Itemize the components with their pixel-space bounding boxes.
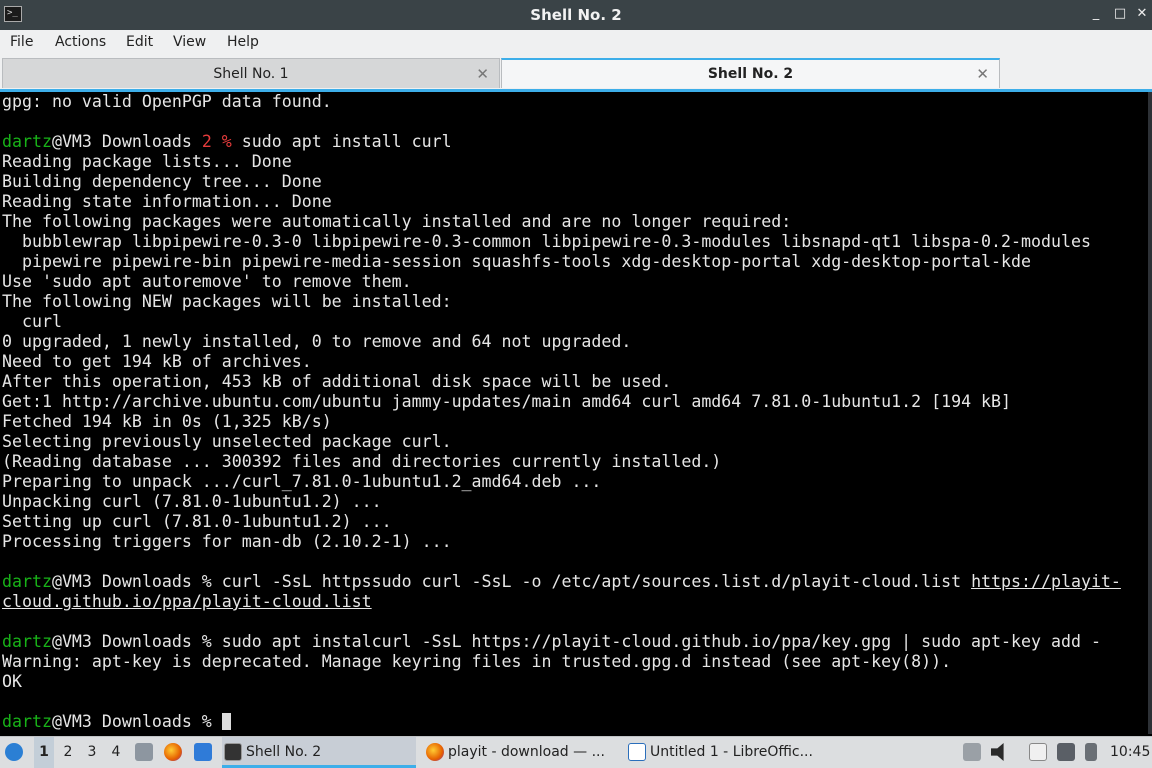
prompt-text: @VM3 Downloads % bbox=[51, 712, 222, 731]
terminal-line: The following packages were automaticall… bbox=[2, 212, 792, 231]
terminal-cursor bbox=[221, 713, 231, 730]
battery-icon[interactable] bbox=[1085, 743, 1097, 761]
terminal-line: bubblewrap libpipewire-0.3-0 libpipewire… bbox=[2, 232, 1091, 251]
task-firefox[interactable]: playit - download — ... bbox=[424, 737, 620, 768]
tab-bar: Shell No. 1 ✕ Shell No. 2 ✕ bbox=[0, 56, 1152, 89]
terminal-line: Need to get 194 kB of archives. bbox=[2, 352, 312, 371]
terminal-line: curl bbox=[2, 312, 62, 331]
terminal-line: Fetched 194 kB in 0s (1,325 kB/s) bbox=[2, 412, 332, 431]
terminal-line: cloud.github.io/ppa/playit-cloud.list bbox=[2, 592, 1148, 612]
terminal-line: dartz@VM3 Downloads 2 % sudo apt install… bbox=[2, 132, 1148, 152]
desktop-1-button[interactable]: 1 bbox=[34, 737, 54, 768]
prompt-user: dartz bbox=[2, 572, 52, 591]
tab-label: Shell No. 1 bbox=[213, 66, 289, 82]
terminal-line: pipewire pipewire-bin pipewire-media-ses… bbox=[2, 252, 1031, 271]
task-shell-no-2[interactable]: Shell No. 2 bbox=[222, 737, 416, 768]
close-tab-icon[interactable]: ✕ bbox=[476, 59, 489, 89]
task-label: playit - download — ... bbox=[448, 744, 605, 760]
maximize-button[interactable]: □ bbox=[1110, 4, 1130, 24]
url-link[interactable]: https://playit- bbox=[971, 572, 1121, 591]
desktop-4-button[interactable]: 4 bbox=[106, 737, 126, 768]
start-menu-icon[interactable] bbox=[5, 743, 23, 761]
prompt-user: dartz bbox=[2, 712, 52, 731]
firefox-launcher-icon[interactable] bbox=[164, 743, 182, 761]
terminal-icon bbox=[224, 743, 242, 761]
terminal-line: Get:1 http://archive.ubuntu.com/ubuntu j… bbox=[2, 392, 1012, 411]
prompt-text: @VM3 Downloads bbox=[51, 132, 202, 151]
terminal-line: Use 'sudo apt autoremove' to remove them… bbox=[2, 272, 412, 291]
libreoffice-writer-icon bbox=[628, 743, 646, 761]
url-link[interactable]: cloud.github.io/ppa/playit-cloud.list bbox=[2, 592, 372, 611]
tab-label: Shell No. 2 bbox=[707, 66, 794, 82]
task-libreoffice[interactable]: Untitled 1 - LibreOffic... bbox=[626, 737, 826, 768]
terminal-line: dartz@VM3 Downloads % curl -SsL httpssud… bbox=[2, 572, 1148, 592]
firefox-icon bbox=[426, 743, 444, 761]
task-label: Untitled 1 - LibreOffic... bbox=[650, 744, 813, 760]
minimize-button[interactable]: _ bbox=[1086, 4, 1106, 24]
terminal-line: Selecting previously unselected package … bbox=[2, 432, 452, 451]
prompt-exit-code: 2 % bbox=[201, 132, 232, 151]
show-desktop-icon[interactable] bbox=[194, 743, 212, 761]
clipboard-icon[interactable] bbox=[1029, 743, 1047, 761]
terminal-line: dartz@VM3 Downloads % sudo apt instalcur… bbox=[2, 632, 1148, 652]
terminal-line: Processing triggers for man-db (2.10.2-1… bbox=[2, 532, 452, 551]
prompt-text: @VM3 Downloads % curl -SsL httpssudo cur… bbox=[51, 572, 972, 591]
close-tab-icon[interactable]: ✕ bbox=[976, 60, 989, 88]
terminal-line: Reading package lists... Done bbox=[2, 152, 292, 171]
close-button[interactable]: ✕ bbox=[1132, 4, 1152, 24]
terminal-line: gpg: no valid OpenPGP data found. bbox=[2, 92, 332, 111]
taskbar: 1 2 3 4 Shell No. 2 playit - download — … bbox=[0, 736, 1152, 768]
prompt-user: dartz bbox=[2, 132, 52, 151]
tab-shell-1[interactable]: Shell No. 1 ✕ bbox=[2, 58, 500, 88]
terminal-line: Preparing to unpack .../curl_7.81.0-1ubu… bbox=[2, 472, 602, 491]
command-text: sudo apt install curl bbox=[231, 132, 452, 151]
terminal-output[interactable]: gpg: no valid OpenPGP data found. dartz@V… bbox=[2, 92, 1148, 734]
terminal-line: dartz@VM3 Downloads % bbox=[2, 712, 1148, 732]
terminal-line: (Reading database ... 300392 files and d… bbox=[2, 452, 722, 471]
prompt-user: dartz bbox=[2, 632, 52, 651]
menu-bar: File Actions Edit View Help bbox=[0, 30, 1152, 56]
window-titlebar[interactable]: >_ Shell No. 2 _ □ ✕ bbox=[0, 0, 1152, 30]
menu-help[interactable]: Help bbox=[227, 34, 259, 50]
terminal-scrollbar[interactable] bbox=[1148, 92, 1152, 734]
menu-file[interactable]: File bbox=[10, 34, 33, 50]
terminal-line: Setting up curl (7.81.0-1ubuntu1.2) ... bbox=[2, 512, 392, 531]
terminal-line: Warning: apt-key is deprecated. Manage k… bbox=[2, 652, 952, 671]
prompt-text: @VM3 Downloads % sudo apt instalcurl -Ss… bbox=[51, 632, 1101, 651]
window-title: Shell No. 2 bbox=[530, 6, 622, 24]
menu-actions[interactable]: Actions bbox=[55, 34, 106, 50]
network-icon[interactable] bbox=[1057, 743, 1075, 761]
terminal-line: OK bbox=[2, 672, 22, 691]
terminal-line: 0 upgraded, 1 newly installed, 0 to remo… bbox=[2, 332, 632, 351]
task-label: Shell No. 2 bbox=[246, 744, 322, 760]
menu-view[interactable]: View bbox=[173, 34, 206, 50]
terminal-line: The following NEW packages will be insta… bbox=[2, 292, 452, 311]
clock[interactable]: 10:45 bbox=[1110, 737, 1150, 768]
terminal-line: Building dependency tree... Done bbox=[2, 172, 322, 191]
terminal-line: After this operation, 453 kB of addition… bbox=[2, 372, 672, 391]
file-manager-icon[interactable] bbox=[135, 743, 153, 761]
menu-edit[interactable]: Edit bbox=[126, 34, 153, 50]
terminal-line: Reading state information... Done bbox=[2, 192, 332, 211]
desktop-3-button[interactable]: 3 bbox=[82, 737, 102, 768]
terminal-line: Unpacking curl (7.81.0-1ubuntu1.2) ... bbox=[2, 492, 382, 511]
tray-up-arrow-icon[interactable] bbox=[963, 743, 981, 761]
desktop-2-button[interactable]: 2 bbox=[58, 737, 78, 768]
tab-shell-2[interactable]: Shell No. 2 ✕ bbox=[501, 58, 1000, 88]
volume-icon[interactable] bbox=[991, 743, 1004, 761]
